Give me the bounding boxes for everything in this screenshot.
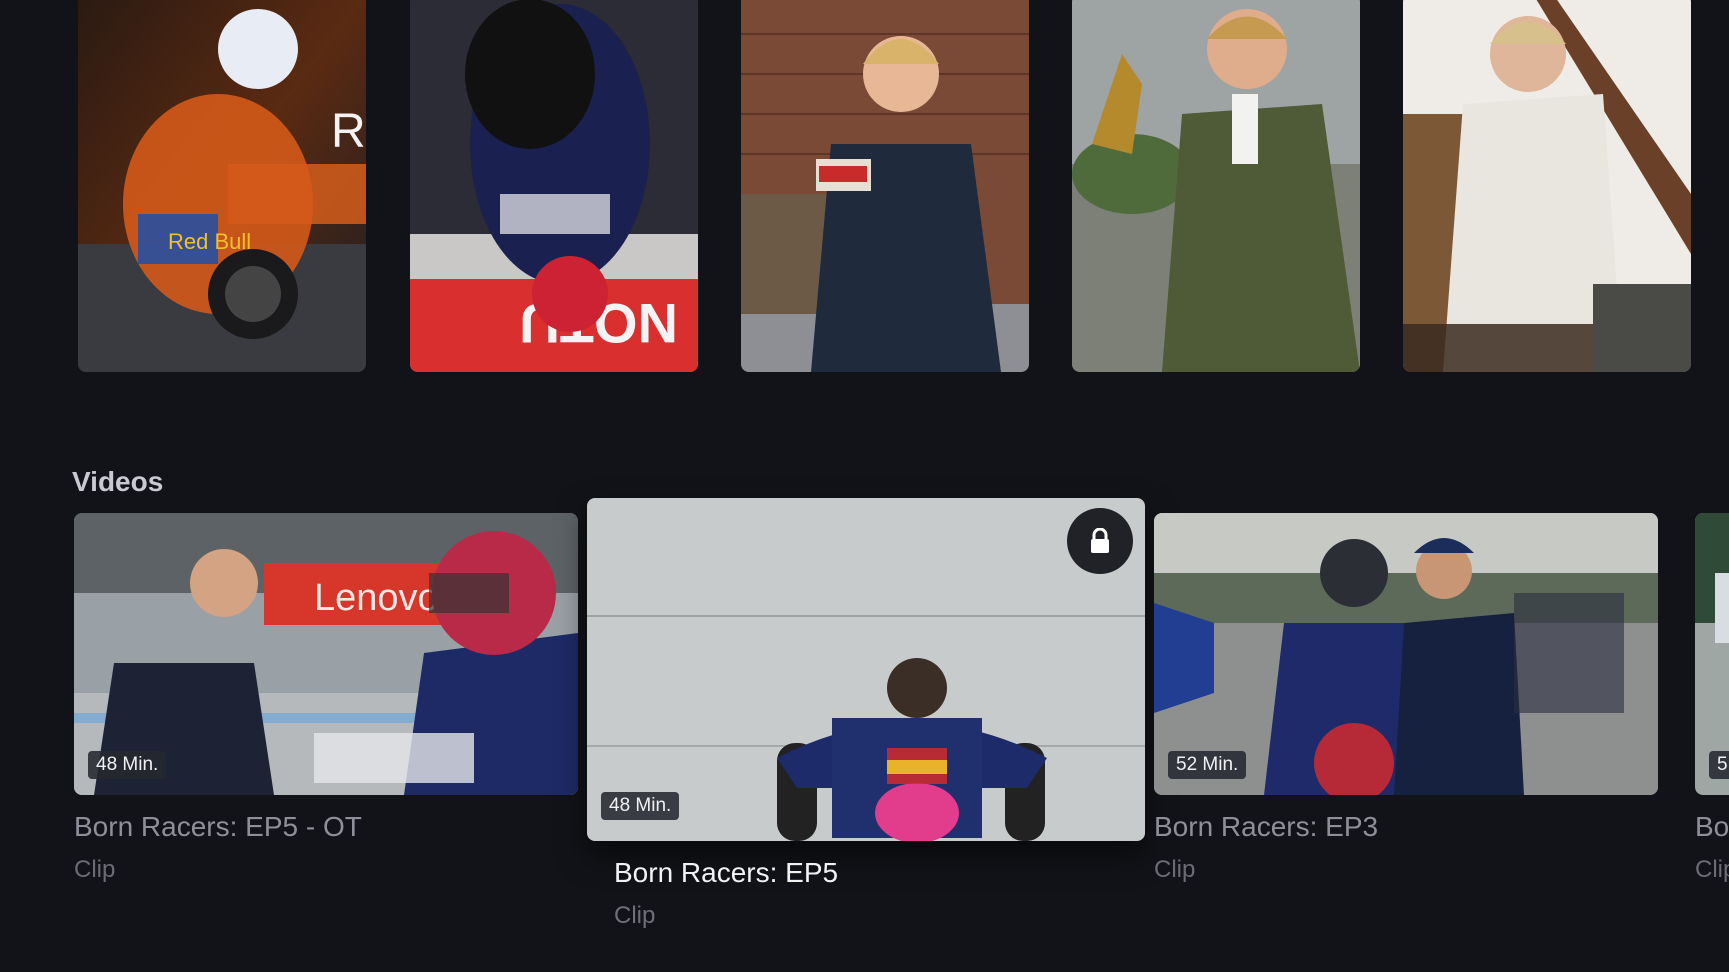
duration-badge: 5	[1709, 751, 1729, 779]
video-title: Bo	[1695, 811, 1729, 842]
video-card-partial[interactable]: 5 Bo Clip	[1695, 513, 1729, 893]
video-title: Born Racers: EP3	[1154, 811, 1379, 842]
poster-card[interactable]	[1072, 0, 1360, 372]
poster-image	[741, 0, 1029, 372]
poster-card[interactable]: NOTU	[410, 0, 698, 372]
svg-text:Red Bull: Red Bull	[168, 229, 251, 254]
poster-card[interactable]: Red Bull R	[78, 0, 366, 372]
video-subtitle: Clip	[1154, 856, 1196, 883]
video-subtitle: Clip	[74, 856, 116, 883]
video-card[interactable]: Lenovo 48 Min. Born Racers: EP5 - OT Cli…	[74, 513, 578, 893]
poster-card[interactable]	[741, 0, 1029, 372]
duration-badge: 48 Min.	[601, 792, 680, 820]
poster-card[interactable]	[1403, 0, 1691, 372]
video-subtitle: Clip	[1695, 856, 1729, 883]
video-thumbnail[interactable]: 5	[1695, 513, 1729, 795]
video-title: Born Racers: EP5 - OT	[74, 811, 362, 842]
poster-overlay-letter: R	[331, 105, 366, 158]
duration-badge: 48 Min.	[88, 751, 167, 779]
lock-button[interactable]	[1067, 508, 1133, 574]
video-thumbnail[interactable]: Lenovo 48 Min.	[74, 513, 578, 795]
lock-icon	[1091, 528, 1109, 553]
section-title: Videos	[72, 466, 164, 497]
svg-text:Lenovo: Lenovo	[314, 577, 439, 619]
video-thumbnail[interactable]: 52 Min.	[1154, 513, 1658, 795]
poster-image	[1403, 0, 1691, 372]
duration-badge: 52 Min.	[1168, 751, 1247, 779]
video-subtitle: Clip	[614, 902, 656, 929]
poster-image	[1072, 0, 1360, 372]
video-card[interactable]: 52 Min. Born Racers: EP3 Clip	[1154, 513, 1658, 893]
poster-image: Red Bull	[78, 0, 366, 372]
video-thumbnail-image	[587, 498, 1145, 841]
video-title: Born Racers: EP5	[614, 857, 839, 888]
video-thumbnail[interactable]: 48 Min.	[587, 498, 1145, 841]
poster-image: NOTU	[410, 0, 698, 372]
video-card-focused[interactable]: 48 Min. Born Racers: EP5 Clip	[587, 498, 1145, 938]
